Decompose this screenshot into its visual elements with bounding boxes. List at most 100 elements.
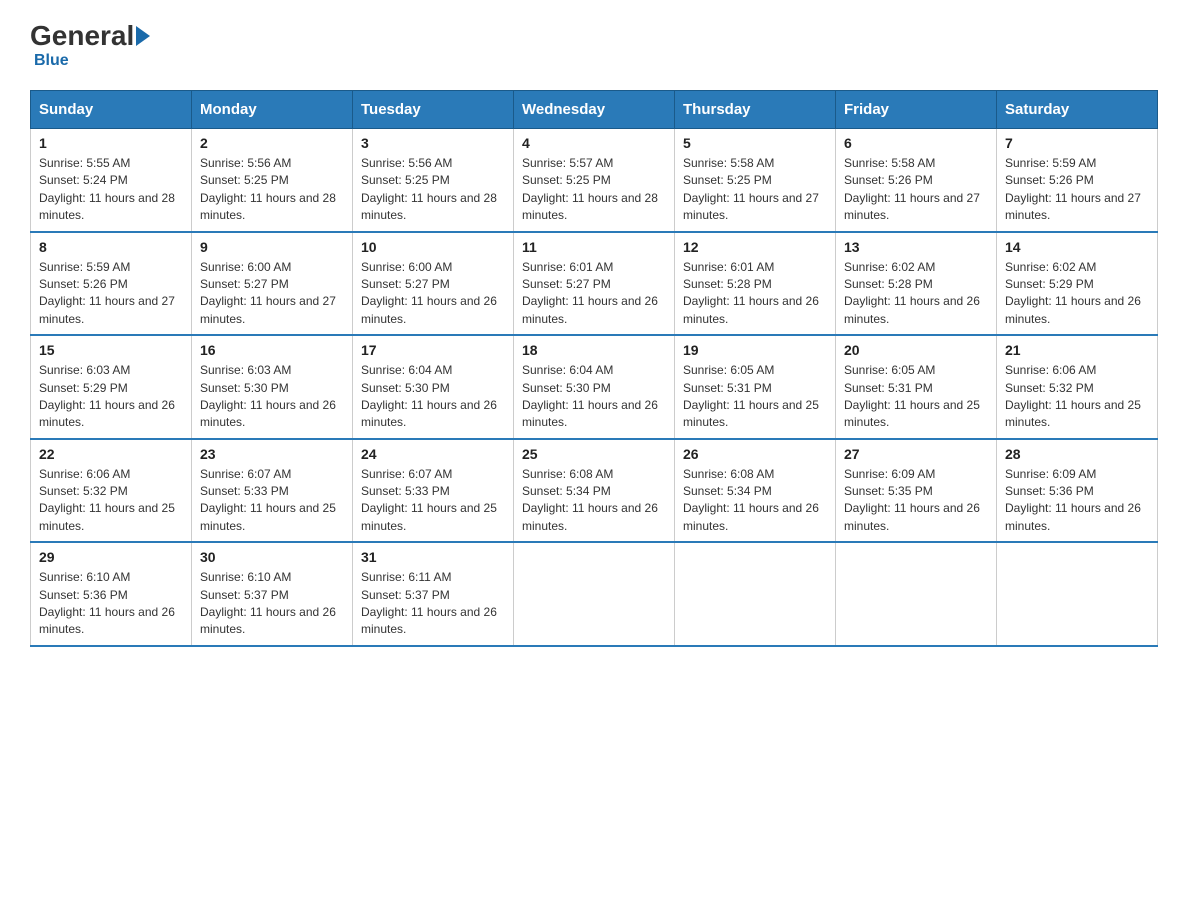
calendar-cell: 19 Sunrise: 6:05 AMSunset: 5:31 PMDayligh… — [675, 335, 836, 439]
day-number: 19 — [683, 342, 827, 358]
header-tuesday: Tuesday — [353, 91, 514, 129]
calendar-cell: 31 Sunrise: 6:11 AMSunset: 5:37 PMDayligh… — [353, 542, 514, 646]
day-number: 18 — [522, 342, 666, 358]
calendar-cell: 17Sunrise: 6:04 AMSunset: 5:30 PMDayligh… — [353, 335, 514, 439]
day-number: 11 — [522, 239, 666, 255]
calendar-week-row: 29 Sunrise: 6:10 AMSunset: 5:36 PMDayligh… — [31, 542, 1158, 646]
calendar-week-row: 8Sunrise: 5:59 AMSunset: 5:26 PMDaylight… — [31, 232, 1158, 336]
calendar-header-row: SundayMondayTuesdayWednesdayThursdayFrid… — [31, 91, 1158, 129]
header-sunday: Sunday — [31, 91, 192, 129]
calendar-cell: 8Sunrise: 5:59 AMSunset: 5:26 PMDaylight… — [31, 232, 192, 336]
calendar-cell: 3 Sunrise: 5:56 AMSunset: 5:25 PMDaylight… — [353, 129, 514, 232]
day-info: Sunrise: 6:09 AMSunset: 5:35 PMDaylight:… — [844, 466, 988, 536]
day-info: Sunrise: 6:07 AMSunset: 5:33 PMDaylight:… — [200, 466, 344, 536]
header-thursday: Thursday — [675, 91, 836, 129]
day-number: 30 — [200, 549, 344, 565]
day-info: Sunrise: 6:04 AMSunset: 5:30 PMDaylight:… — [361, 362, 505, 432]
day-number: 22 — [39, 446, 183, 462]
logo-arrow-icon — [136, 26, 150, 46]
day-number: 13 — [844, 239, 988, 255]
logo: General Blue — [30, 20, 152, 70]
day-number: 5 — [683, 135, 827, 151]
day-number: 25 — [522, 446, 666, 462]
day-info: Sunrise: 6:02 AMSunset: 5:28 PMDaylight:… — [844, 259, 988, 329]
calendar-cell: 14 Sunrise: 6:02 AMSunset: 5:29 PMDayligh… — [997, 232, 1158, 336]
day-info: Sunrise: 6:10 AMSunset: 5:36 PMDaylight:… — [39, 569, 183, 639]
day-number: 3 — [361, 135, 505, 151]
day-info: Sunrise: 6:06 AMSunset: 5:32 PMDaylight:… — [39, 466, 183, 536]
day-number: 21 — [1005, 342, 1149, 358]
calendar-cell: 21 Sunrise: 6:06 AMSunset: 5:32 PMDayligh… — [997, 335, 1158, 439]
calendar-cell: 2 Sunrise: 5:56 AMSunset: 5:25 PMDaylight… — [192, 129, 353, 232]
day-number: 28 — [1005, 446, 1149, 462]
header-saturday: Saturday — [997, 91, 1158, 129]
calendar-cell: 23 Sunrise: 6:07 AMSunset: 5:33 PMDayligh… — [192, 439, 353, 543]
calendar-cell: 25 Sunrise: 6:08 AMSunset: 5:34 PMDayligh… — [514, 439, 675, 543]
day-number: 31 — [361, 549, 505, 565]
calendar-week-row: 15 Sunrise: 6:03 AMSunset: 5:29 PMDayligh… — [31, 335, 1158, 439]
day-info: Sunrise: 6:11 AMSunset: 5:37 PMDaylight:… — [361, 569, 505, 639]
calendar-cell: 1Sunrise: 5:55 AMSunset: 5:24 PMDaylight… — [31, 129, 192, 232]
calendar-cell: 4Sunrise: 5:57 AMSunset: 5:25 PMDaylight… — [514, 129, 675, 232]
day-number: 26 — [683, 446, 827, 462]
calendar-cell: 15 Sunrise: 6:03 AMSunset: 5:29 PMDayligh… — [31, 335, 192, 439]
calendar-cell: 12Sunrise: 6:01 AMSunset: 5:28 PMDayligh… — [675, 232, 836, 336]
logo-general-text: General — [30, 20, 134, 52]
day-number: 27 — [844, 446, 988, 462]
logo-blue-text: Blue — [34, 52, 69, 70]
day-number: 24 — [361, 446, 505, 462]
calendar-cell: 26Sunrise: 6:08 AMSunset: 5:34 PMDayligh… — [675, 439, 836, 543]
calendar-cell — [836, 542, 997, 646]
day-info: Sunrise: 6:09 AMSunset: 5:36 PMDaylight:… — [1005, 466, 1149, 536]
day-info: Sunrise: 5:58 AMSunset: 5:26 PMDaylight:… — [844, 155, 988, 225]
day-info: Sunrise: 6:00 AMSunset: 5:27 PMDaylight:… — [361, 259, 505, 329]
day-number: 15 — [39, 342, 183, 358]
day-number: 29 — [39, 549, 183, 565]
calendar-cell: 24 Sunrise: 6:07 AMSunset: 5:33 PMDayligh… — [353, 439, 514, 543]
header-wednesday: Wednesday — [514, 91, 675, 129]
calendar-table: SundayMondayTuesdayWednesdayThursdayFrid… — [30, 90, 1158, 647]
day-info: Sunrise: 5:56 AMSunset: 5:25 PMDaylight:… — [361, 155, 505, 225]
day-info: Sunrise: 6:03 AMSunset: 5:30 PMDaylight:… — [200, 362, 344, 432]
day-number: 10 — [361, 239, 505, 255]
day-info: Sunrise: 6:01 AMSunset: 5:28 PMDaylight:… — [683, 259, 827, 329]
calendar-cell: 18 Sunrise: 6:04 AMSunset: 5:30 PMDayligh… — [514, 335, 675, 439]
calendar-cell: 29 Sunrise: 6:10 AMSunset: 5:36 PMDayligh… — [31, 542, 192, 646]
day-number: 2 — [200, 135, 344, 151]
day-info: Sunrise: 5:56 AMSunset: 5:25 PMDaylight:… — [200, 155, 344, 225]
calendar-cell: 5 Sunrise: 5:58 AMSunset: 5:25 PMDaylight… — [675, 129, 836, 232]
day-info: Sunrise: 6:05 AMSunset: 5:31 PMDaylight:… — [683, 362, 827, 432]
day-info: Sunrise: 6:08 AMSunset: 5:34 PMDaylight:… — [522, 466, 666, 536]
calendar-cell: 30 Sunrise: 6:10 AMSunset: 5:37 PMDayligh… — [192, 542, 353, 646]
day-info: Sunrise: 6:02 AMSunset: 5:29 PMDaylight:… — [1005, 259, 1149, 329]
calendar-cell: 22 Sunrise: 6:06 AMSunset: 5:32 PMDayligh… — [31, 439, 192, 543]
calendar-cell: 27 Sunrise: 6:09 AMSunset: 5:35 PMDayligh… — [836, 439, 997, 543]
calendar-cell: 20 Sunrise: 6:05 AMSunset: 5:31 PMDayligh… — [836, 335, 997, 439]
day-number: 9 — [200, 239, 344, 255]
calendar-cell: 6 Sunrise: 5:58 AMSunset: 5:26 PMDaylight… — [836, 129, 997, 232]
day-info: Sunrise: 5:59 AMSunset: 5:26 PMDaylight:… — [1005, 155, 1149, 225]
day-info: Sunrise: 6:03 AMSunset: 5:29 PMDaylight:… — [39, 362, 183, 432]
day-number: 7 — [1005, 135, 1149, 151]
day-number: 14 — [1005, 239, 1149, 255]
day-number: 16 — [200, 342, 344, 358]
day-number: 23 — [200, 446, 344, 462]
day-info: Sunrise: 6:00 AMSunset: 5:27 PMDaylight:… — [200, 259, 344, 329]
day-info: Sunrise: 6:07 AMSunset: 5:33 PMDaylight:… — [361, 466, 505, 536]
calendar-cell: 28 Sunrise: 6:09 AMSunset: 5:36 PMDayligh… — [997, 439, 1158, 543]
calendar-cell: 10 Sunrise: 6:00 AMSunset: 5:27 PMDayligh… — [353, 232, 514, 336]
calendar-week-row: 22 Sunrise: 6:06 AMSunset: 5:32 PMDayligh… — [31, 439, 1158, 543]
calendar-cell: 9 Sunrise: 6:00 AMSunset: 5:27 PMDaylight… — [192, 232, 353, 336]
day-info: Sunrise: 6:04 AMSunset: 5:30 PMDaylight:… — [522, 362, 666, 432]
header-friday: Friday — [836, 91, 997, 129]
day-info: Sunrise: 6:05 AMSunset: 5:31 PMDaylight:… — [844, 362, 988, 432]
calendar-cell — [675, 542, 836, 646]
day-number: 20 — [844, 342, 988, 358]
calendar-cell: 7 Sunrise: 5:59 AMSunset: 5:26 PMDaylight… — [997, 129, 1158, 232]
day-number: 6 — [844, 135, 988, 151]
day-info: Sunrise: 6:10 AMSunset: 5:37 PMDaylight:… — [200, 569, 344, 639]
calendar-week-row: 1Sunrise: 5:55 AMSunset: 5:24 PMDaylight… — [31, 129, 1158, 232]
day-info: Sunrise: 5:58 AMSunset: 5:25 PMDaylight:… — [683, 155, 827, 225]
day-info: Sunrise: 6:06 AMSunset: 5:32 PMDaylight:… — [1005, 362, 1149, 432]
day-info: Sunrise: 5:57 AMSunset: 5:25 PMDaylight:… — [522, 155, 666, 225]
